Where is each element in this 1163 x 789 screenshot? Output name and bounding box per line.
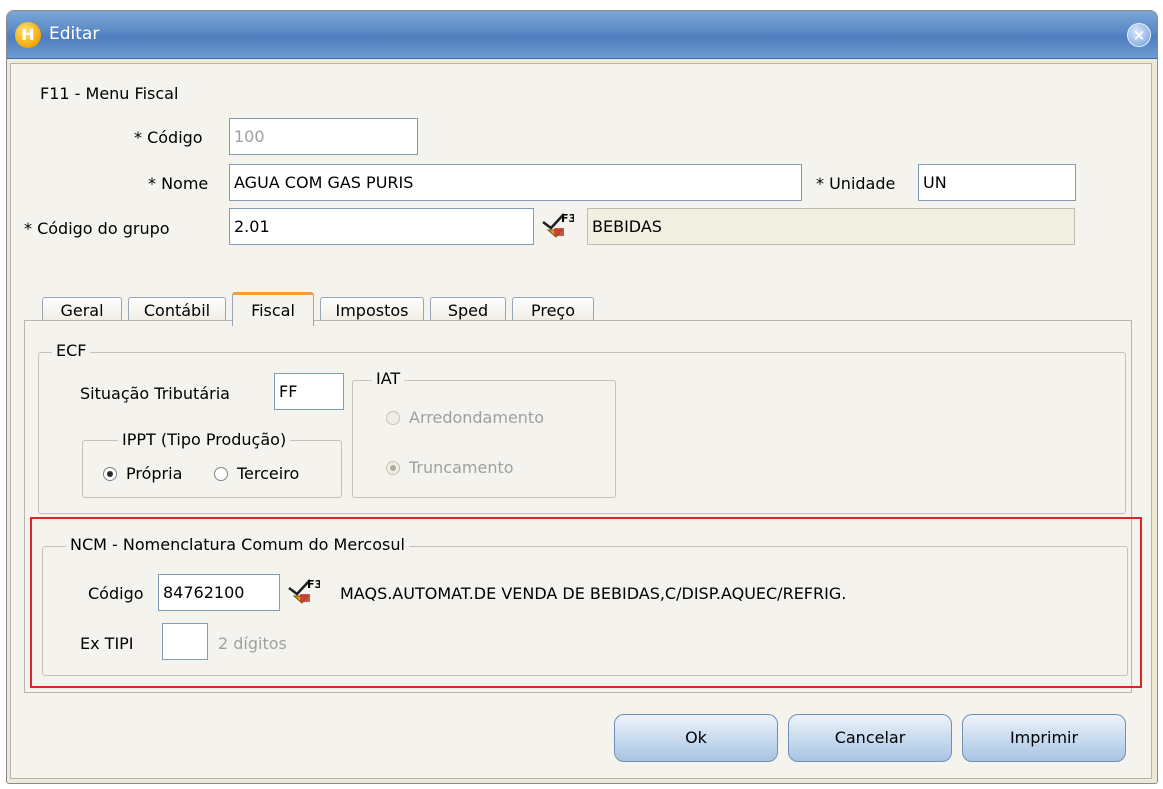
grupo-label: * Código do grupo [24, 219, 170, 238]
truncamento-label: Truncamento [409, 458, 514, 477]
terceiro-radio[interactable] [214, 467, 228, 481]
unidade-label: * Unidade [816, 174, 896, 193]
terceiro-label: Terceiro [237, 464, 300, 483]
section-title: F11 - Menu Fiscal [40, 84, 179, 103]
nome-input[interactable]: AGUA COM GAS PURIS [229, 164, 802, 201]
arredondamento-label: Arredondamento [409, 408, 544, 427]
ok-button[interactable]: Ok [614, 714, 778, 762]
arredondamento-radio[interactable] [386, 411, 400, 425]
iat-legend: IAT [372, 369, 405, 388]
codigo-input[interactable]: 100 [229, 118, 418, 155]
f3-lookup-icon: F3 [542, 212, 576, 238]
grupo-lookup-button[interactable]: F3 [540, 210, 576, 244]
title-bar: H Editar × [7, 11, 1157, 59]
codigo-label: * Código [134, 128, 203, 147]
situacao-label: Situação Tributária [80, 384, 230, 403]
ippt-legend: IPPT (Tipo Produção) [118, 430, 291, 449]
grupo-description: BEBIDAS [587, 208, 1075, 245]
cancelar-button[interactable]: Cancelar [788, 714, 952, 762]
iat-group [352, 380, 616, 498]
situacao-input[interactable]: FF [274, 373, 344, 410]
app-icon: H [15, 22, 41, 48]
ncm-highlight-box [30, 517, 1142, 688]
window-title: Editar [49, 24, 100, 44]
propria-label: Própria [126, 464, 183, 483]
nome-label: * Nome [148, 174, 209, 193]
grupo-input[interactable]: 2.01 [229, 208, 534, 245]
propria-radio[interactable] [103, 467, 117, 481]
imprimir-button[interactable]: Imprimir [962, 714, 1126, 762]
close-icon[interactable]: × [1127, 23, 1151, 47]
truncamento-radio[interactable] [386, 461, 400, 475]
unidade-input[interactable]: UN [918, 164, 1076, 201]
tab-fiscal[interactable]: Fiscal [232, 292, 314, 326]
f3-key-text: F3 [561, 212, 574, 225]
ecf-legend: ECF [52, 341, 91, 360]
